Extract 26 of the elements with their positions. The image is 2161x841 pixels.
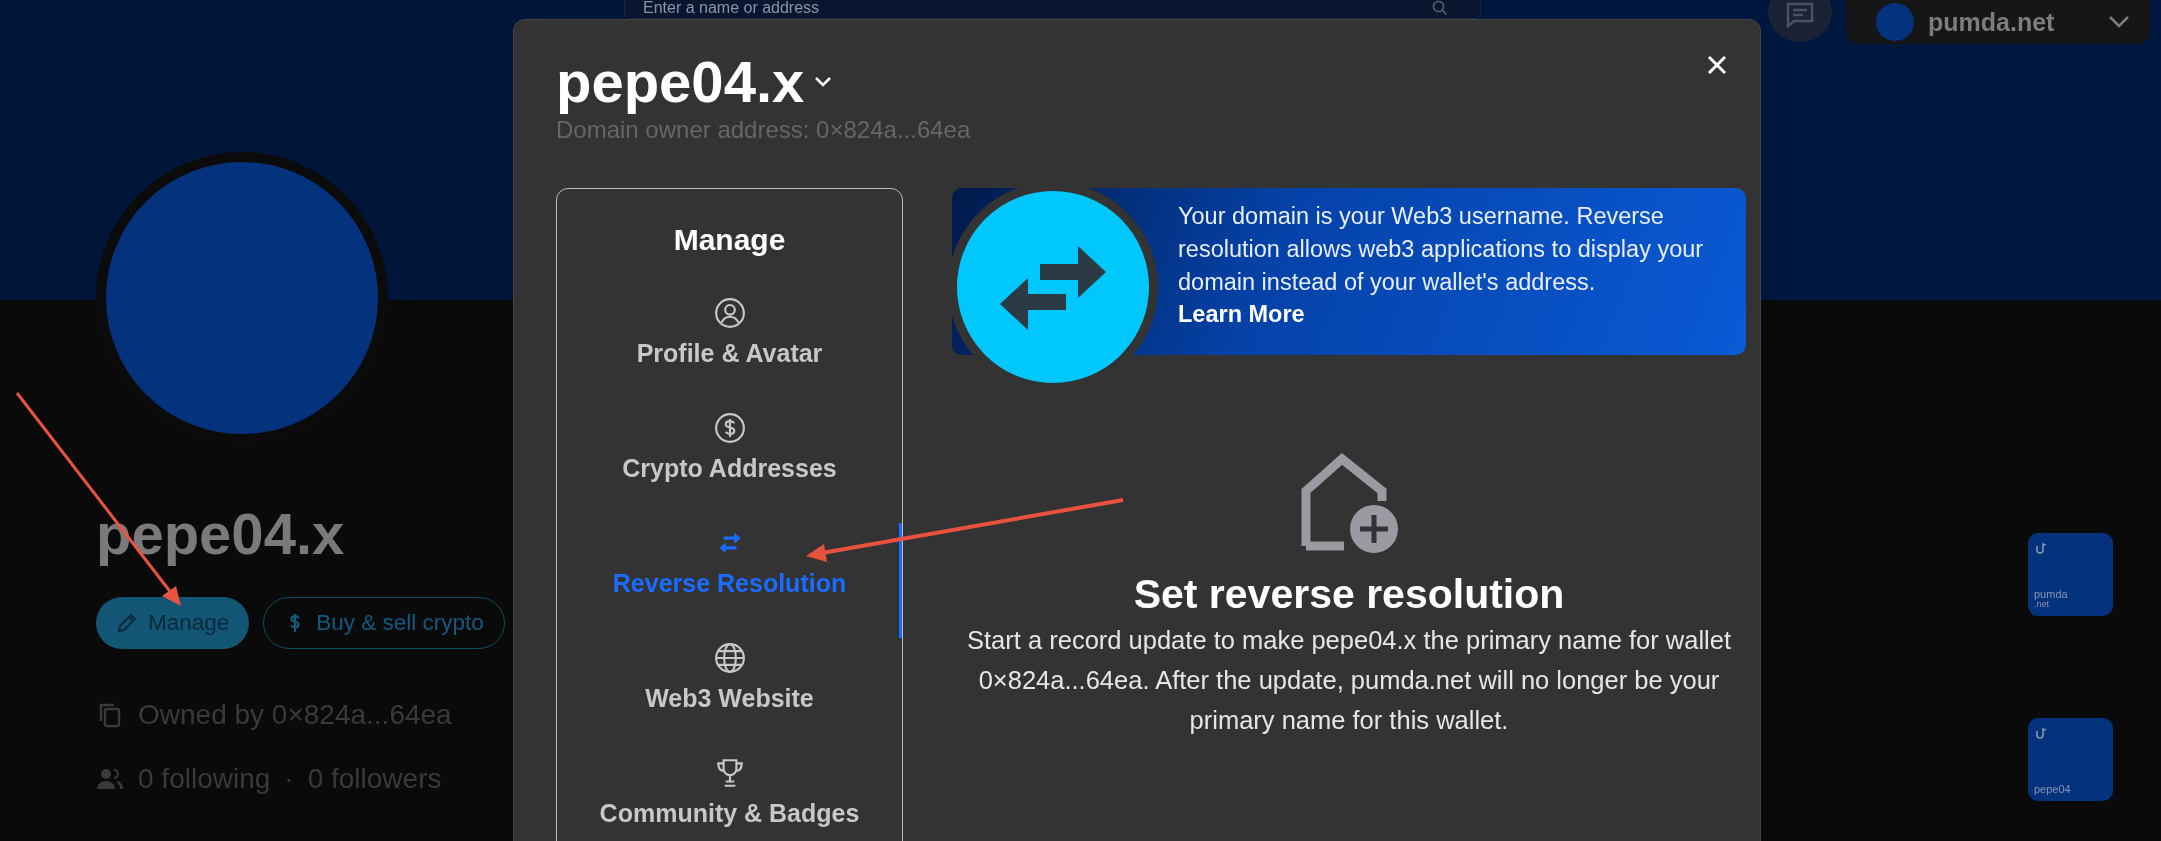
hook-icon — [2034, 726, 2048, 740]
chat-icon — [1785, 2, 1815, 28]
sidebar-heading: Manage — [672, 222, 787, 257]
chevron-down-icon[interactable] — [814, 75, 833, 88]
search-icon[interactable] — [1432, 0, 1448, 16]
learn-more-link[interactable]: Learn More — [1178, 300, 1305, 328]
domain-card[interactable]: pumda .net — [2028, 533, 2113, 616]
sidebar-item[interactable]: Community & Badges — [557, 752, 902, 841]
search-field[interactable]: Enter a name or address — [624, 0, 1481, 19]
sidebar-item[interactable]: Reverse Resolution — [557, 522, 902, 638]
empty-state-text: Start a record update to make pepe04.x the primary name for wallet 0×824a...64ea. After the update, pumda.net will no longer be your primary name for this wallet. — [966, 624, 1732, 736]
empty-state-title: Set reverse resolution — [1133, 570, 1565, 618]
hook-icon — [2034, 541, 2048, 555]
sidebar-item[interactable]: Profile & Avatar — [557, 292, 902, 408]
globe-icon — [713, 641, 746, 674]
account-menu[interactable]: pumda.net — [1846, 0, 2150, 44]
chevron-down-icon — [2108, 15, 2130, 29]
domain-card[interactable]: pepe04 — [2028, 718, 2113, 801]
user-circle-icon — [713, 296, 746, 329]
sidebar-item[interactable]: Crypto Addresses — [557, 407, 902, 523]
dollar-icon — [713, 411, 746, 444]
banner-text: Your domain is your Web3 username. Reverse resolution allows web3 applications to display your domain instead of your wallet's address. — [1178, 201, 1705, 297]
sidebar-item[interactable]: Web3 Website — [557, 637, 902, 753]
pencil-icon — [116, 612, 138, 634]
separator-dot: · — [284, 763, 294, 795]
dialog-title: pepe04.x — [556, 50, 805, 114]
